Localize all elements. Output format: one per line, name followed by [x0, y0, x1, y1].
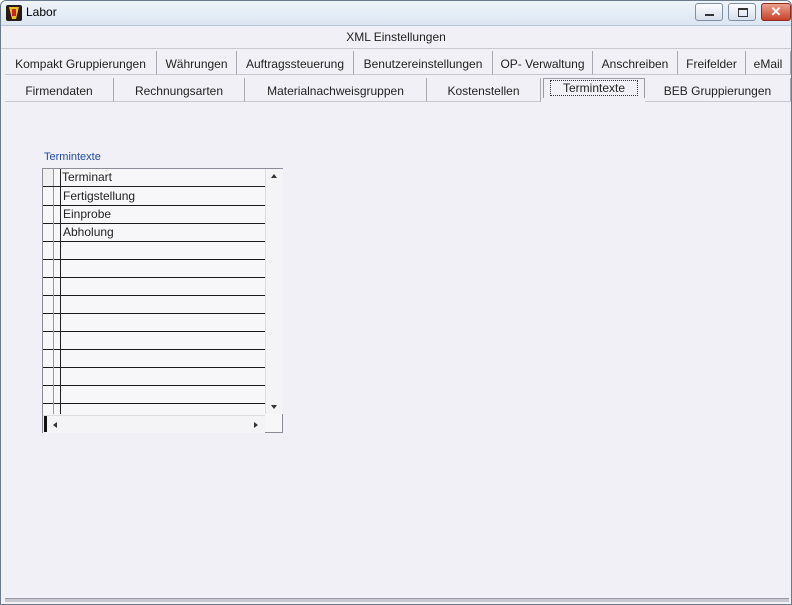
tab-xml-einstellungen[interactable]: XML Einstellungen [1, 26, 791, 49]
table-row[interactable]: Fertigstellung [43, 187, 265, 206]
horizontal-scrollbar[interactable] [43, 415, 265, 433]
table-row[interactable] [43, 241, 265, 260]
tab-freifelder[interactable]: Freifelder [678, 51, 746, 75]
table-row[interactable] [43, 367, 265, 386]
table-row[interactable] [43, 349, 265, 368]
scroll-right-icon[interactable] [254, 422, 258, 428]
table-row[interactable] [43, 295, 265, 314]
title-bar: Labor ✕ [1, 1, 791, 26]
maximize-button[interactable] [728, 3, 756, 21]
table-row[interactable]: Einprobe [43, 205, 265, 224]
scroll-thumb[interactable] [44, 416, 47, 432]
row-marker [53, 241, 61, 259]
table-row[interactable] [43, 403, 265, 414]
window-bottom-edge [5, 598, 789, 602]
row-marker [53, 187, 61, 205]
maximize-icon [738, 8, 748, 17]
minimize-icon [705, 14, 714, 16]
row-marker [53, 277, 61, 295]
labor-app-icon [6, 5, 22, 21]
termintexte-grid: Terminart Fertigstellung Einprobe Abholu… [42, 168, 283, 433]
tab-benutzereinstellungen[interactable]: Benutzereinstellungen [354, 51, 493, 75]
tab-beb-gruppierungen[interactable]: BEB Gruppierungen [645, 78, 791, 102]
table-row[interactable]: Abholung [43, 223, 265, 242]
table-cell[interactable]: Fertigstellung [63, 187, 135, 205]
minimize-button[interactable] [695, 3, 723, 21]
tab-waehrungen[interactable]: Währungen [157, 51, 237, 75]
tab-anschreiben[interactable]: Anschreiben [593, 51, 678, 75]
close-button[interactable]: ✕ [761, 3, 791, 21]
tab-termintexte[interactable]: Termintexte [543, 78, 645, 98]
termintexte-section-label: Termintexte [44, 151, 101, 163]
vertical-scrollbar[interactable] [265, 169, 283, 414]
row-marker [53, 385, 61, 403]
table-row[interactable] [43, 277, 265, 296]
tab-firmendaten[interactable]: Firmendaten [5, 78, 114, 102]
grid-corner-cell-2 [53, 169, 61, 187]
tab-email[interactable]: eMail [746, 51, 791, 75]
row-marker [53, 331, 61, 349]
app-window: Labor ✕ XML Einstellungen Kompakt Gruppi… [0, 0, 792, 605]
tab-kostenstellen[interactable]: Kostenstellen [427, 78, 541, 102]
row-marker [53, 349, 61, 367]
table-row[interactable] [43, 259, 265, 278]
window-title: Labor [26, 5, 57, 19]
row-marker [53, 367, 61, 385]
table-row[interactable] [43, 385, 265, 404]
scroll-up-icon[interactable] [271, 174, 277, 178]
row-marker [53, 295, 61, 313]
row-marker [53, 223, 61, 241]
tab-materialnachweisgruppen[interactable]: Materialnachweisgruppen [245, 78, 427, 102]
table-cell[interactable]: Einprobe [63, 205, 111, 223]
tab-kompakt-gruppierungen[interactable]: Kompakt Gruppierungen [5, 51, 157, 75]
row-marker [53, 313, 61, 331]
tab-auftragssteuerung[interactable]: Auftragssteuerung [237, 51, 354, 75]
table-row[interactable] [43, 331, 265, 350]
tab-rechnungsarten[interactable]: Rechnungsarten [114, 78, 245, 102]
row-marker [53, 403, 61, 414]
column-header-terminart[interactable]: Terminart [61, 169, 266, 187]
scroll-left-icon[interactable] [53, 422, 57, 428]
row-marker [53, 205, 61, 223]
tab-op-verwaltung[interactable]: OP- Verwaltung [493, 51, 593, 75]
row-marker [53, 259, 61, 277]
scroll-down-icon[interactable] [271, 405, 277, 409]
table-row[interactable] [43, 313, 265, 332]
close-icon: ✕ [770, 4, 782, 19]
table-cell[interactable]: Abholung [63, 223, 114, 241]
tab-termintexte-label: Termintexte [549, 80, 639, 96]
